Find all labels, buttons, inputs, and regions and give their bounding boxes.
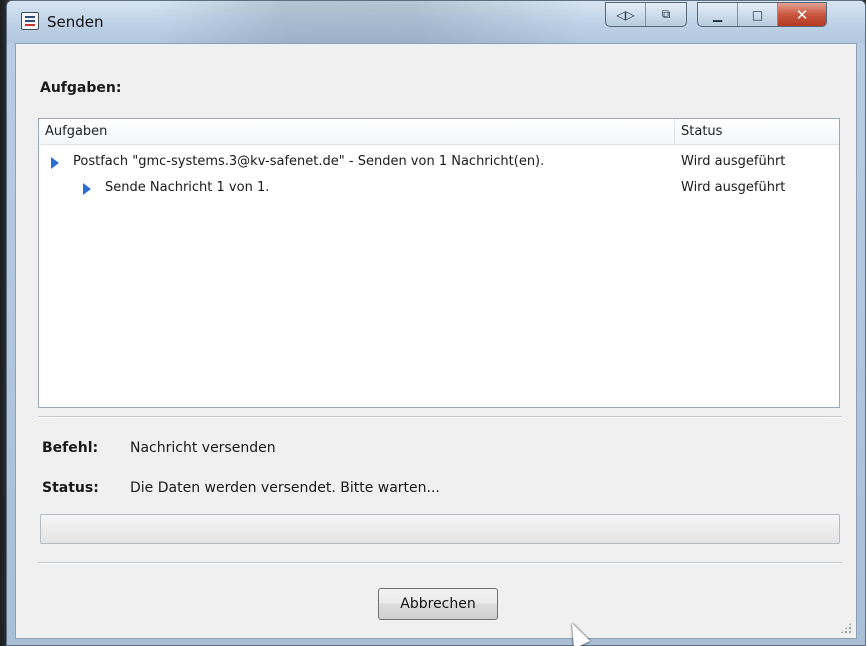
- command-value: Nachricht versenden: [130, 440, 276, 456]
- tasks-list[interactable]: Aufgaben Status Postfach "gmc-systems.3@…: [38, 118, 840, 408]
- nav-arrows-icon[interactable]: ◁▷: [606, 3, 646, 26]
- column-header-tasks[interactable]: Aufgaben: [39, 119, 675, 145]
- divider: [38, 416, 842, 418]
- task-label: Postfach "gmc-systems.3@kv-safenet.de" -…: [73, 154, 545, 169]
- divider: [38, 562, 842, 564]
- resize-grip-icon[interactable]: [840, 622, 852, 634]
- outlook-send-icon: [21, 12, 39, 30]
- command-label: Befehl:: [42, 440, 99, 456]
- window-pin-icon[interactable]: ⧉: [646, 3, 686, 26]
- cancel-button[interactable]: Abbrechen: [378, 588, 498, 620]
- title-bar[interactable]: Senden ◁▷ ⧉ ▁ □ ✕: [7, 1, 865, 43]
- tasks-section-label: Aufgaben:: [40, 80, 122, 96]
- status-value: Die Daten werden versendet. Bitte warten…: [130, 480, 440, 496]
- task-row[interactable]: Postfach "gmc-systems.3@kv-safenet.de" -…: [39, 149, 839, 175]
- tasks-list-header: Aufgaben Status: [39, 119, 839, 145]
- extra-caption-buttons: ◁▷ ⧉: [605, 2, 687, 27]
- task-status: Wird ausgeführt: [681, 180, 786, 195]
- close-icon[interactable]: ✕: [778, 3, 826, 26]
- expand-arrow-icon[interactable]: [83, 183, 91, 195]
- task-status: Wird ausgeführt: [681, 154, 786, 169]
- task-label: Sende Nachricht 1 von 1.: [105, 180, 270, 195]
- column-header-status[interactable]: Status: [675, 119, 839, 145]
- send-dialog-window: Senden ◁▷ ⧉ ▁ □ ✕ Aufgaben: Aufgaben Sta…: [6, 0, 866, 646]
- task-row[interactable]: Sende Nachricht 1 von 1. Wird ausgeführt: [39, 175, 839, 201]
- dialog-client-area: Aufgaben: Aufgaben Status Postfach "gmc-…: [15, 43, 857, 639]
- window-caption-buttons: ▁ □ ✕: [697, 2, 827, 27]
- expand-arrow-icon[interactable]: [51, 157, 59, 169]
- status-label: Status:: [42, 480, 99, 496]
- maximize-icon[interactable]: □: [738, 3, 778, 26]
- minimize-icon[interactable]: ▁: [698, 3, 738, 26]
- progress-bar: [40, 514, 840, 544]
- window-title: Senden: [47, 13, 104, 31]
